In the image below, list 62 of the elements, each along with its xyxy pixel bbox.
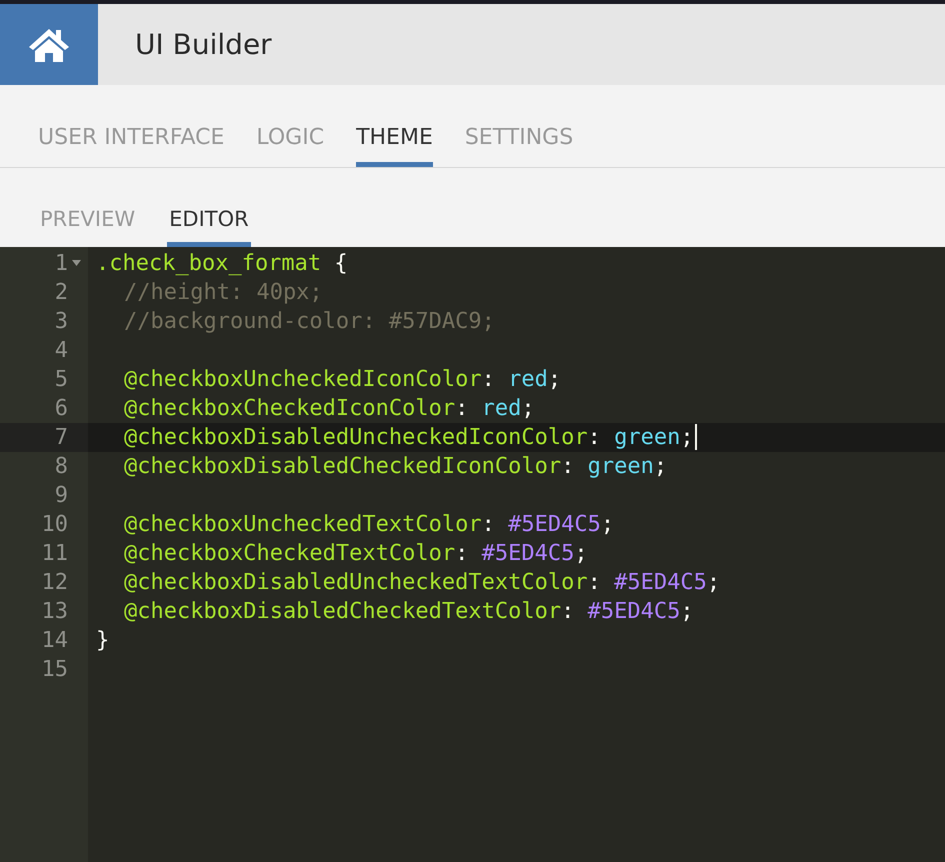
code-token: @checkboxDisabledUncheckedIconColor <box>124 424 588 452</box>
editor-tab[interactable]: PREVIEW <box>38 204 138 246</box>
line-number: 8 <box>54 452 68 480</box>
code-token: @checkboxCheckedIconColor <box>124 394 456 422</box>
line-number: 7 <box>54 424 68 452</box>
code-token: ; <box>574 540 588 568</box>
code-token: @checkboxDisabledCheckedTextColor <box>124 598 562 626</box>
code-token: ; <box>680 424 694 452</box>
editor-tab[interactable]: EDITOR <box>167 204 251 246</box>
line-number: 1 <box>54 250 68 278</box>
home-icon <box>28 26 70 62</box>
code-token: @checkboxDisabledCheckedIconColor <box>124 452 562 480</box>
line-number: 2 <box>54 278 68 306</box>
code-token: : <box>455 540 470 568</box>
line-number: 12 <box>42 568 68 596</box>
code-token: : <box>455 394 470 422</box>
code-token: red <box>482 394 522 422</box>
code-token: #5ED4C5 <box>614 568 707 596</box>
line-number: 13 <box>42 598 68 626</box>
line-number: 5 <box>54 366 68 394</box>
code-token: ; <box>706 568 720 596</box>
code-token: ; <box>521 394 535 422</box>
code-token: : <box>482 366 496 394</box>
line-number: 10 <box>42 510 68 538</box>
nav-tab[interactable]: USER INTERFACE <box>38 121 224 167</box>
line-number: 9 <box>54 482 68 510</box>
line-number: 3 <box>54 308 68 336</box>
code-token: : <box>561 452 576 480</box>
line-number: 14 <box>42 626 68 654</box>
code-token: //height: 40px; <box>124 278 323 306</box>
code-token: red <box>508 366 548 394</box>
app-title: UI Builder <box>135 26 272 62</box>
code-token: : <box>561 598 576 626</box>
home-button[interactable] <box>0 4 98 85</box>
nav-tab[interactable]: THEME <box>356 121 433 167</box>
code-token: green <box>614 424 680 452</box>
code-token: : <box>588 424 602 452</box>
code-token: ; <box>600 510 614 538</box>
code-token: @checkboxDisabledUncheckedTextColor <box>124 568 588 596</box>
code-token: : <box>482 510 496 538</box>
line-number: 11 <box>42 540 68 568</box>
line-number: 15 <box>42 656 68 684</box>
code-token: : <box>588 568 602 596</box>
code-token: ; <box>654 452 668 480</box>
code-token: @checkboxCheckedTextColor <box>124 540 456 568</box>
code-token: #5ED4C5 <box>482 540 574 568</box>
code-token: @checkboxUncheckedTextColor <box>124 510 482 538</box>
line-number: 4 <box>54 336 68 364</box>
line-number: 6 <box>54 394 68 422</box>
code-token: //background-color: #57DAC9; <box>124 308 495 336</box>
code-token: } <box>96 626 110 654</box>
code-token: green <box>588 452 654 480</box>
code-token: { <box>333 250 348 278</box>
code-token: #5ED4C5 <box>588 598 680 626</box>
code-token: ; <box>548 366 562 394</box>
code-token: .check_box_format <box>96 250 322 278</box>
fold-arrow-icon[interactable] <box>72 260 81 266</box>
nav-tab[interactable]: LOGIC <box>256 121 324 167</box>
code-token: @checkboxUncheckedIconColor <box>124 366 482 394</box>
code-token: #5ED4C5 <box>508 510 601 538</box>
nav-tab[interactable]: SETTINGS <box>464 121 574 167</box>
code-token: ; <box>680 598 694 626</box>
